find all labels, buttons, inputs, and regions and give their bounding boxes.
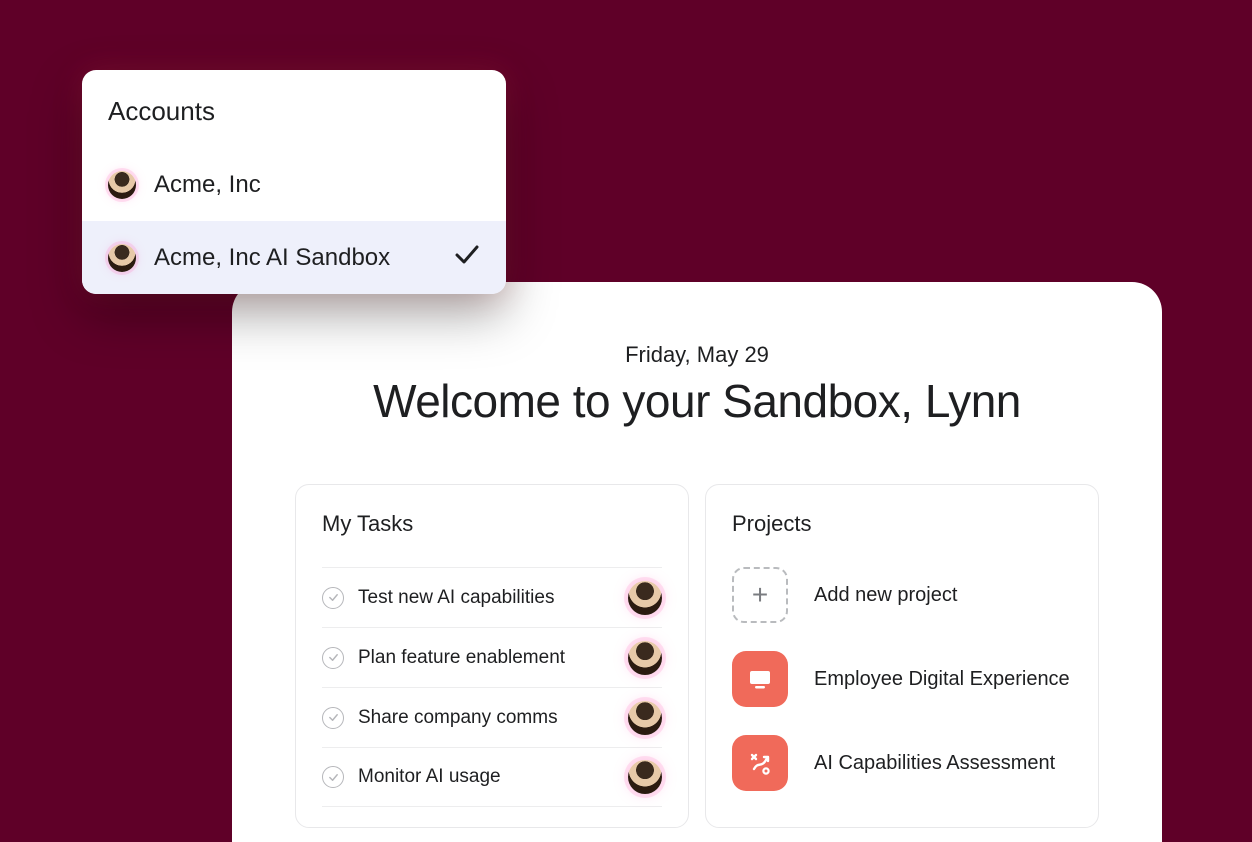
add-project-label: Add new project (814, 584, 957, 607)
task-label: Test new AI capabilities (358, 587, 614, 609)
account-label: Acme, Inc AI Sandbox (154, 244, 390, 272)
account-avatar (108, 244, 136, 272)
check-circle-icon[interactable] (322, 766, 344, 788)
project-row[interactable]: AI Capabilities Assessment (732, 735, 1072, 791)
accounts-popover: Accounts Acme, Inc Acme, Inc AI Sandbox (82, 70, 506, 294)
dashboard-date: Friday, May 29 (292, 342, 1102, 368)
my-tasks-title: My Tasks (322, 511, 662, 537)
task-row[interactable]: Test new AI capabilities (322, 567, 662, 627)
assignee-avatar[interactable] (628, 701, 662, 735)
dashboard-welcome: Welcome to your Sandbox, Lynn (292, 374, 1102, 428)
project-label: Employee Digital Experience (814, 668, 1070, 691)
add-project-row[interactable]: + Add new project (732, 567, 1072, 623)
assignee-avatar[interactable] (628, 641, 662, 675)
check-circle-icon[interactable] (322, 647, 344, 669)
assignee-avatar[interactable] (628, 760, 662, 794)
project-label: AI Capabilities Assessment (814, 752, 1055, 775)
plus-icon[interactable]: + (732, 567, 788, 623)
account-item-selected[interactable]: Acme, Inc AI Sandbox (82, 221, 506, 294)
project-row[interactable]: Employee Digital Experience (732, 651, 1072, 707)
task-row[interactable]: Share company comms (322, 687, 662, 747)
check-circle-icon[interactable] (322, 587, 344, 609)
account-avatar (108, 171, 136, 199)
projects-title: Projects (732, 511, 1072, 537)
task-label: Share company comms (358, 707, 614, 729)
check-circle-icon[interactable] (322, 707, 344, 729)
monitor-icon (732, 651, 788, 707)
task-row[interactable]: Monitor AI usage (322, 747, 662, 807)
strategy-icon (732, 735, 788, 791)
account-label: Acme, Inc (154, 171, 261, 199)
accounts-title: Accounts (82, 70, 506, 149)
check-icon (454, 243, 480, 272)
task-label: Monitor AI usage (358, 766, 614, 788)
task-label: Plan feature enablement (358, 647, 614, 669)
account-item[interactable]: Acme, Inc (82, 149, 506, 221)
projects-panel: Projects + Add new project Employee Digi… (705, 484, 1099, 828)
my-tasks-panel: My Tasks Test new AI capabilities Plan f… (295, 484, 689, 828)
dashboard-card: Friday, May 29 Welcome to your Sandbox, … (232, 282, 1162, 842)
assignee-avatar[interactable] (628, 581, 662, 615)
task-row[interactable]: Plan feature enablement (322, 627, 662, 687)
